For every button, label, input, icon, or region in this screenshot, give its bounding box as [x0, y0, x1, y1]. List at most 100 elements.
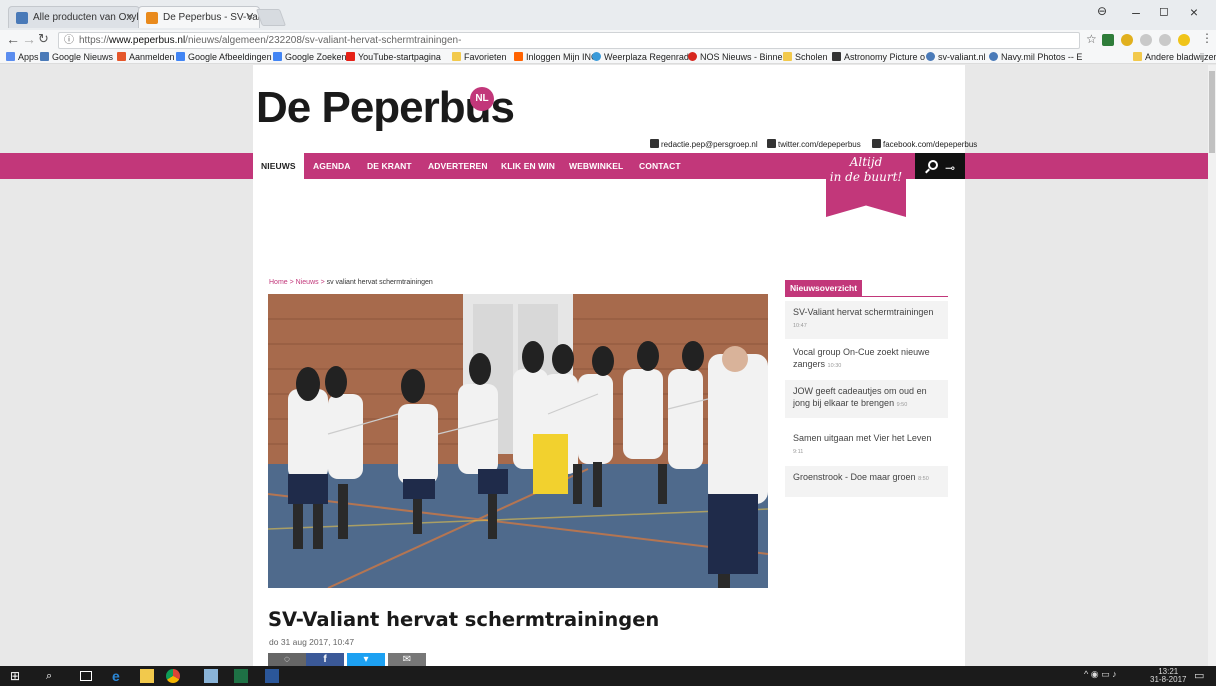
maximize-button[interactable]: ◻ [1148, 4, 1180, 18]
excel-icon[interactable] [234, 669, 248, 683]
google-icon [176, 52, 185, 61]
news-item-title: Vocal group On-Cue zoekt nieuwe zangers [793, 347, 930, 369]
nav-item-nieuws[interactable]: NIEUWS [253, 153, 304, 183]
slogan-line1: Altijd [849, 155, 883, 169]
extension-icon[interactable] [1159, 34, 1171, 46]
news-list-item[interactable]: JOW geeft cadeautjes om oud en jong bij … [785, 380, 948, 418]
mail-share-button[interactable]: ✉ [388, 653, 426, 666]
bookmark-item[interactable]: Favorieten [452, 51, 507, 63]
tab-favicon-icon [16, 12, 28, 24]
browser-tab[interactable]: Alle producten van Oxyl × [8, 6, 140, 28]
bookmark-item[interactable]: Google Afbeeldingen [176, 51, 272, 63]
breadcrumb-home[interactable]: Home [269, 279, 288, 286]
bookmark-item[interactable]: Weerplaza Regenradi [592, 51, 691, 63]
info-icon[interactable]: ⓘ [64, 33, 74, 48]
nos-icon [688, 52, 697, 61]
bookmarks-bar: Apps Google Nieuws Aanmelden Google Afbe… [0, 50, 1216, 64]
back-arrow-icon[interactable]: ← [6, 31, 20, 47]
article-hero-photo[interactable] [268, 294, 768, 588]
task-view-icon[interactable] [80, 671, 92, 681]
new-tab-button[interactable] [255, 9, 287, 26]
news-item-time: 10:47 [793, 323, 807, 329]
tab-close-icon[interactable]: × [127, 7, 133, 28]
bookmark-item[interactable]: NOS Nieuws - Binnen [688, 51, 788, 63]
facebook-link[interactable]: facebook.com/depeperbus [872, 139, 977, 149]
breadcrumb-nieuws[interactable]: Nieuws [296, 279, 319, 286]
url-prefix: https:// [79, 35, 110, 46]
bookmark-item[interactable]: Scholen [783, 51, 828, 63]
clock-date: 31-8-2017 [1150, 675, 1187, 684]
nav-item-de-krant[interactable]: DE KRANT [367, 153, 412, 179]
news-item-title: Samen uitgaan met Vier het Leven [793, 433, 932, 443]
comment-icon: ◌ [284, 654, 290, 665]
tab-title: Alle producten van Oxyl [33, 12, 139, 23]
menu-dots-icon[interactable]: ⋮ [1201, 31, 1213, 45]
bookmark-item[interactable]: Google Zoeken [273, 51, 347, 63]
bookmark-item[interactable]: Astronomy Picture o [832, 51, 925, 63]
news-list-item[interactable]: Samen uitgaan met Vier het Leven 9:11 [785, 427, 948, 464]
folder-icon [783, 52, 792, 61]
login-key-icon[interactable]: ⊸ [945, 161, 955, 175]
comment-share-button[interactable]: ◌ [268, 653, 306, 666]
browser-tab-active[interactable]: De Peperbus - SV-Valian × [138, 6, 260, 28]
bookmark-item[interactable]: YouTube-startpagina [346, 51, 441, 63]
notifications-icon[interactable]: ▭ [1194, 669, 1204, 682]
forward-arrow-icon[interactable]: → [22, 31, 36, 47]
bookmark-item[interactable]: Google Nieuws [40, 51, 113, 63]
twitter-link[interactable]: twitter.com/depeperbus [767, 139, 861, 149]
search-icon[interactable]: ⌕ [46, 669, 60, 683]
bookmark-apps[interactable]: Apps [6, 51, 39, 63]
weather-icon [592, 52, 601, 61]
nav-item-webwinkel[interactable]: WEBWINKEL [569, 153, 623, 179]
extension-icon[interactable] [1102, 34, 1114, 46]
page-scrollbar[interactable] [1208, 65, 1216, 666]
nav-item-klik-en-win[interactable]: KLIK EN WIN [501, 153, 555, 179]
news-list-item[interactable]: Groenstrook - Doe maar groen 8:50 [785, 466, 948, 497]
word-icon[interactable] [265, 669, 279, 683]
nav-item-agenda[interactable]: AGENDA [313, 153, 350, 179]
twitter-icon: ▾ [363, 654, 369, 665]
url-path: /nieuws/algemeen/232208/sv-valiant-herva… [185, 35, 462, 46]
twitter-share-button[interactable]: ▾ [347, 653, 385, 666]
extension-icon[interactable] [1178, 34, 1190, 46]
photos-icon[interactable] [204, 669, 218, 683]
search-icon[interactable] [928, 160, 938, 170]
logo-nl-badge: NL [470, 87, 494, 111]
apod-icon [832, 52, 841, 61]
edge-icon[interactable]: e [112, 669, 126, 683]
article-title: SV-Valiant hervat schermtrainingen [268, 608, 660, 631]
bookmark-star-icon[interactable]: ☆ [1086, 32, 1097, 46]
scrollbar-thumb[interactable] [1209, 71, 1215, 153]
mail-icon: ✉ [402, 654, 412, 665]
google-icon [273, 52, 282, 61]
facebook-share-button[interactable]: f [306, 653, 344, 666]
extension-icon[interactable] [1140, 34, 1152, 46]
windows-start-icon[interactable]: ⊞ [10, 669, 24, 683]
news-item-time: 10:30 [827, 363, 842, 369]
reload-icon[interactable]: ↻ [38, 31, 49, 47]
close-window-button[interactable]: × [1178, 4, 1210, 20]
nav-item-contact[interactable]: CONTACT [639, 153, 681, 179]
ing-icon [514, 52, 523, 61]
system-clock[interactable]: 13:21 31-8-2017 [1150, 668, 1186, 684]
news-item-title: SV-Valiant hervat schermtrainingen [793, 307, 934, 317]
file-explorer-icon[interactable] [140, 669, 154, 683]
bookmark-item[interactable]: Inloggen Mijn ING [514, 51, 598, 63]
bookmark-item[interactable]: Navy.mil Photos -- E [989, 51, 1082, 63]
news-list-item[interactable]: SV-Valiant hervat schermtrainingen 10:47 [785, 301, 948, 339]
chrome-icon[interactable] [166, 669, 180, 683]
profile-icon[interactable]: ⊖ [1086, 4, 1118, 18]
email-link[interactable]: redactie.pep@persgroep.nl [650, 139, 758, 149]
globe-icon [989, 52, 998, 61]
bookmark-item[interactable]: sv-valiant.nl [926, 51, 986, 63]
bookmark-item[interactable]: Aanmelden [117, 51, 175, 63]
extension-icon[interactable] [1121, 34, 1133, 46]
nav-item-adverteren[interactable]: ADVERTEREN [428, 153, 488, 179]
url-input[interactable]: ⓘ https://www.peperbus.nl/nieuws/algemee… [58, 32, 1080, 49]
news-item-time: 8:50 [918, 476, 929, 482]
news-list-item[interactable]: Vocal group On-Cue zoekt nieuwe zangers … [785, 341, 948, 378]
breadcrumb: Home > Nieuws > sv valiant hervat scherm… [269, 279, 433, 286]
other-bookmarks[interactable]: Andere bladwijzers [1133, 51, 1216, 63]
system-tray-icons[interactable]: ^ ◉ ▭ ♪ [1084, 669, 1117, 680]
tab-close-icon[interactable]: × [247, 7, 253, 28]
